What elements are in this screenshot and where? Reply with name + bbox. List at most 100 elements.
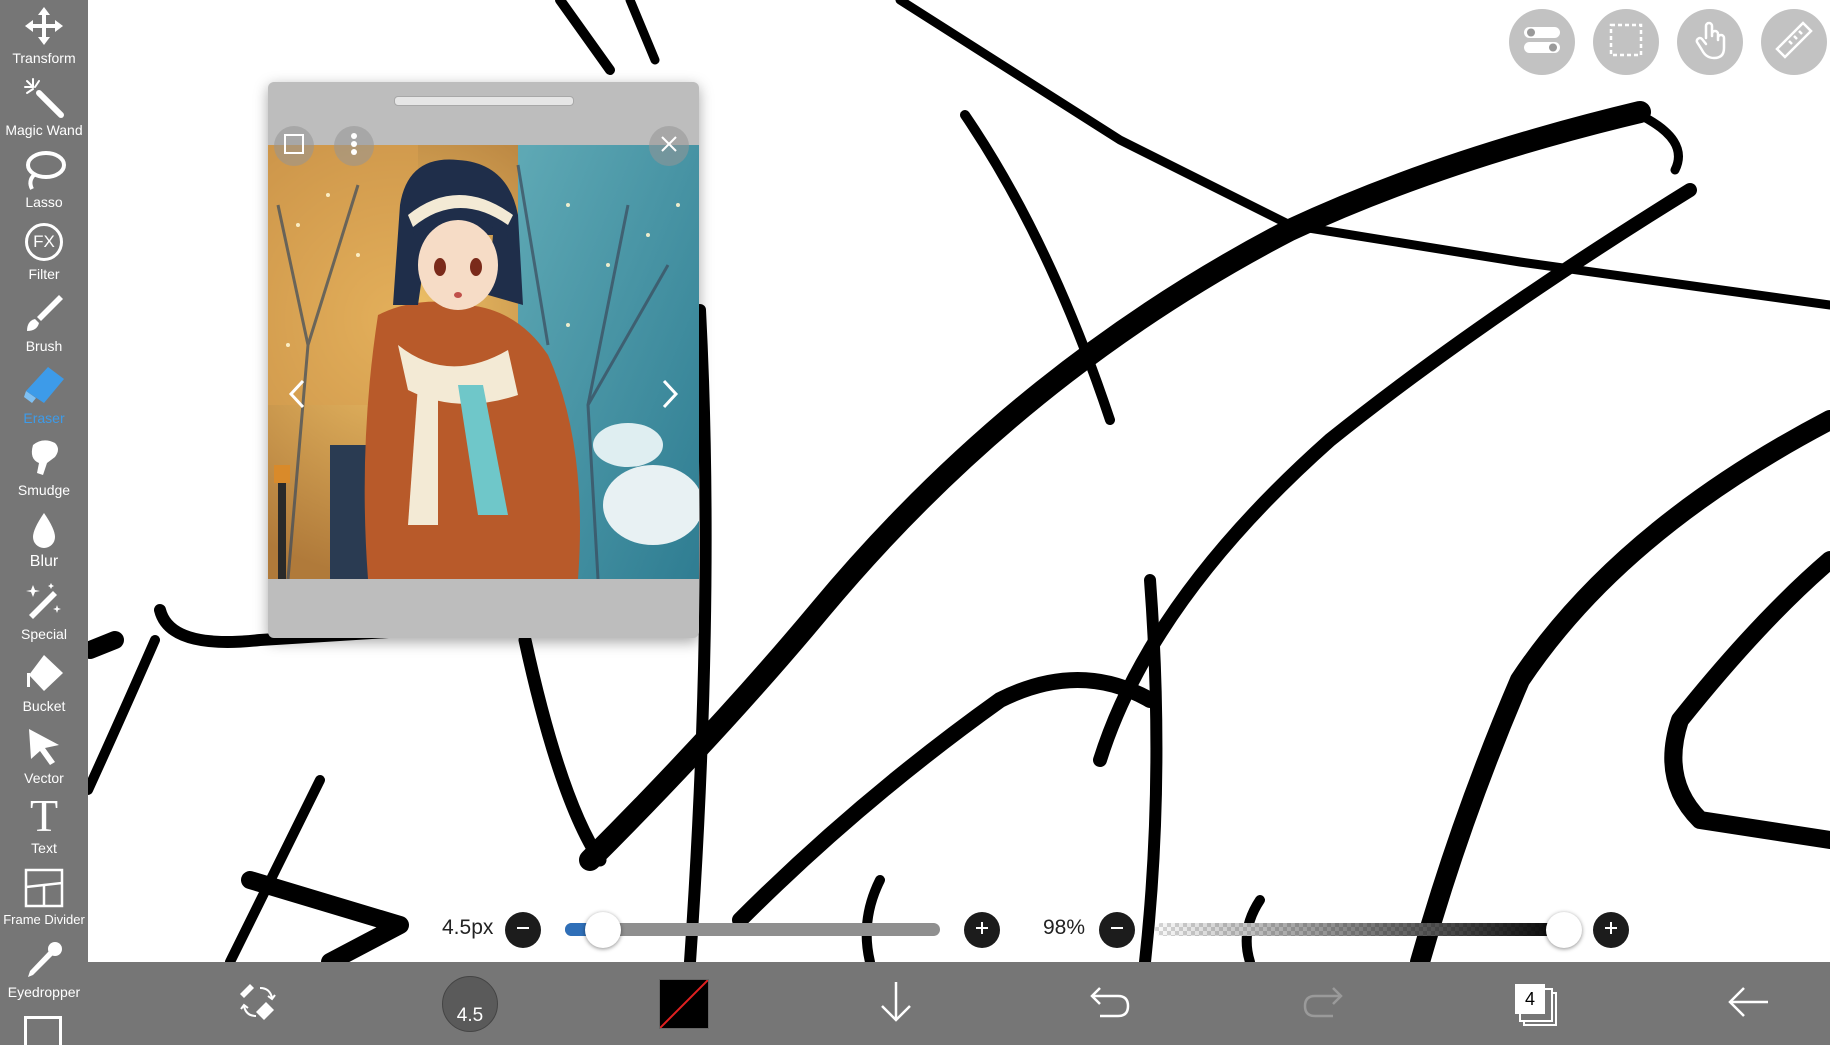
opacity-label: 98% xyxy=(1043,916,1086,939)
lasso-icon xyxy=(21,148,67,192)
brush-size-preview-button[interactable]: 4.5 xyxy=(438,972,502,1036)
plus-icon xyxy=(974,920,990,941)
tool-special[interactable]: Special xyxy=(0,580,88,652)
tool-label: Blur xyxy=(29,553,59,570)
reference-window[interactable] xyxy=(268,82,699,638)
hand-gesture-icon xyxy=(1692,20,1728,65)
download-button[interactable] xyxy=(864,972,928,1036)
tool-label: Eraser xyxy=(23,410,65,426)
swap-tools-icon xyxy=(236,980,280,1029)
droplet-icon xyxy=(21,508,67,552)
tool-label: Special xyxy=(21,626,67,642)
undo-button[interactable] xyxy=(1078,972,1142,1036)
selection-button[interactable] xyxy=(1593,9,1659,75)
tool-brush[interactable]: Brush xyxy=(0,292,88,364)
close-icon xyxy=(659,134,679,159)
toggle-settings-icon xyxy=(1522,24,1562,61)
tool-transform[interactable]: Transform xyxy=(0,4,88,76)
eyedropper-icon xyxy=(21,938,67,982)
tool-eraser[interactable]: Eraser xyxy=(0,364,88,436)
tool-blur[interactable]: Blur xyxy=(0,508,88,580)
opacity-slider-track[interactable] xyxy=(1155,923,1572,936)
tool-lasso[interactable]: Lasso xyxy=(0,148,88,220)
opacity-slider-thumb[interactable] xyxy=(1546,912,1582,948)
size-slider-thumb[interactable] xyxy=(585,912,621,948)
tool-switch-button[interactable] xyxy=(226,972,290,1036)
opacity-decrease-button[interactable] xyxy=(1099,912,1135,948)
tool-label: Frame Divider xyxy=(3,912,85,927)
layers-button[interactable]: 4 xyxy=(1503,972,1567,1036)
tool-frame-divider[interactable]: Frame Divider xyxy=(0,866,88,938)
crop-frame-icon xyxy=(283,133,305,160)
chevron-right-icon xyxy=(660,378,680,415)
smudge-icon xyxy=(21,436,67,480)
hand-gesture-button[interactable] xyxy=(1677,9,1743,75)
tool-label: Vector xyxy=(24,770,64,786)
tool-magic-wand[interactable]: Magic Wand xyxy=(0,76,88,148)
fx-icon: FX xyxy=(21,220,67,264)
brush-size-text: 4.5 xyxy=(456,1005,484,1026)
layer-tool-icon[interactable] xyxy=(24,1016,62,1045)
selection-icon xyxy=(1608,22,1644,63)
more-vertical-icon xyxy=(350,132,358,161)
toggle-settings-button[interactable] xyxy=(1509,9,1575,75)
size-decrease-button[interactable] xyxy=(505,912,541,948)
color-picker-button[interactable] xyxy=(652,972,716,1036)
tool-bucket[interactable]: Bucket xyxy=(0,652,88,724)
text-t-icon: T xyxy=(21,790,67,841)
tool-label: Magic Wand xyxy=(5,122,83,138)
reference-crop-button[interactable] xyxy=(274,126,314,166)
tool-eyedropper[interactable]: Eyedropper xyxy=(0,938,88,1010)
tool-text[interactable]: T Text xyxy=(0,790,88,866)
tool-sidebar: Transform Magic Wand Lasso FX Filter Bru… xyxy=(0,0,88,1045)
tool-label: Smudge xyxy=(17,482,71,498)
reference-image xyxy=(268,145,699,579)
fx-glyph: FX xyxy=(25,223,63,261)
ruler-icon xyxy=(1775,20,1813,64)
tool-smudge[interactable]: Smudge xyxy=(0,436,88,508)
tool-label: Eyedropper xyxy=(7,984,81,1000)
plus-icon xyxy=(1603,920,1619,941)
opacity-increase-button[interactable] xyxy=(1593,912,1629,948)
undo-icon xyxy=(1088,984,1132,1025)
brush-icon xyxy=(21,292,67,336)
redo-icon xyxy=(1301,984,1345,1025)
arrow-down-icon xyxy=(876,980,916,1029)
reference-window-handle[interactable] xyxy=(394,96,574,106)
cursor-arrow-icon xyxy=(21,724,67,768)
bottom-toolbar: 4.5 4 xyxy=(88,962,1830,1045)
move-icon xyxy=(21,4,67,48)
reference-close-button[interactable] xyxy=(649,126,689,166)
tool-label: Bucket xyxy=(22,698,66,714)
back-button[interactable] xyxy=(1716,972,1780,1036)
size-slider-track[interactable] xyxy=(565,923,940,936)
layers-count: 4 xyxy=(1515,984,1545,1014)
arrow-left-icon xyxy=(1726,984,1770,1025)
reference-prev-button[interactable] xyxy=(280,374,314,418)
redo-button[interactable] xyxy=(1291,972,1355,1036)
layers-icon: 4 xyxy=(1513,982,1557,1026)
minus-icon xyxy=(1109,920,1125,941)
frame-divider-icon xyxy=(21,866,67,910)
tool-label: Filter xyxy=(28,266,60,282)
reference-menu-button[interactable] xyxy=(334,126,374,166)
ruler-button[interactable] xyxy=(1761,9,1827,75)
tool-label: Text xyxy=(31,840,57,856)
tool-label: Lasso xyxy=(25,194,63,210)
reference-next-button[interactable] xyxy=(653,374,687,418)
tool-filter[interactable]: FX Filter xyxy=(0,220,88,292)
minus-icon xyxy=(515,920,531,941)
brush-preview-circle: 4.5 xyxy=(442,976,498,1032)
bucket-icon xyxy=(21,652,67,696)
eraser-icon xyxy=(21,364,67,408)
size-increase-button[interactable] xyxy=(964,912,1000,948)
chevron-left-icon xyxy=(287,378,307,415)
sparkle-wand-icon xyxy=(21,580,67,624)
current-color-swatch xyxy=(659,979,709,1029)
brush-size-label: 4.5px xyxy=(442,916,494,939)
tool-label: Transform xyxy=(12,50,76,66)
tool-vector[interactable]: Vector xyxy=(0,724,88,796)
tool-label: Brush xyxy=(25,338,63,354)
text-glyph: T xyxy=(29,790,59,841)
magic-wand-icon xyxy=(21,76,67,120)
